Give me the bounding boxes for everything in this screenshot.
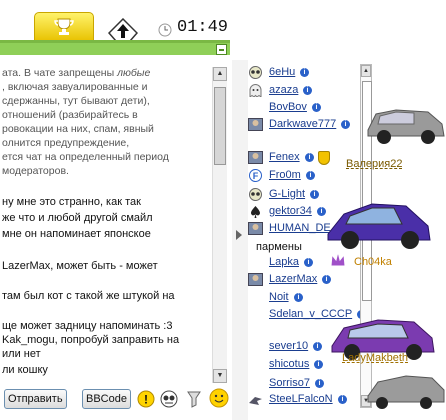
chat-message: мне он напоминает японское [2, 228, 151, 240]
warning-icon[interactable]: ! [137, 390, 155, 408]
trophy-icon [54, 18, 74, 35]
svg-text:F: F [253, 171, 259, 181]
car-image [367, 109, 445, 144]
scroll-down-icon[interactable]: ▼ [213, 369, 227, 383]
info-icon[interactable]: i [303, 86, 312, 95]
scroll-up-icon[interactable]: ▲ [361, 65, 371, 77]
svg-text:!: ! [144, 393, 148, 407]
ghost-icon [249, 84, 262, 97]
car-image [367, 375, 445, 409]
chat-message: или нет [2, 348, 41, 360]
user-name-link[interactable]: Fenex [269, 151, 300, 163]
chat-message: там был кот с такой же штукой на [2, 290, 175, 302]
owl-icon [249, 66, 262, 79]
chat-scrollbar[interactable]: ▲ ▼ [212, 67, 227, 383]
chat-message: же что и любой другой смайл [2, 212, 153, 224]
emphasis-text: любые [117, 67, 151, 79]
info-icon[interactable]: i [294, 293, 303, 302]
info-icon[interactable]: i [304, 258, 313, 267]
trophy-button[interactable] [34, 12, 94, 42]
rules-line: модераторов. [2, 165, 69, 177]
car-owner-label: пармены [256, 241, 302, 253]
minimize-button[interactable] [216, 44, 227, 55]
user-name-link[interactable]: Sorriso7 [269, 377, 310, 389]
spade-icon [251, 206, 260, 218]
car-owner-label[interactable]: LadyMakbeth [342, 352, 408, 364]
chat-message: ще может задницу напоминать :3 [2, 320, 173, 332]
rules-line: ется чат на определенный период [2, 151, 169, 163]
user-name-link[interactable]: sever10 [269, 340, 308, 352]
f-circle-icon: F [249, 169, 262, 182]
bbcode-button[interactable]: BBCode [82, 389, 131, 409]
user-name-link[interactable]: LazerMax [269, 273, 317, 285]
clock-icon [158, 23, 172, 37]
info-icon[interactable]: i [312, 103, 321, 112]
info-icon[interactable]: i [315, 379, 324, 388]
chat-messages: ну мне это странно, как так же что и люб… [0, 196, 212, 386]
avatar-icon [248, 151, 263, 164]
owl-icon [249, 188, 262, 201]
rules-line: отношений (разбирайтесь в [2, 109, 138, 121]
rules-line: ата. В чате запрещены любые [2, 67, 151, 79]
smiley-icon[interactable] [209, 388, 229, 408]
chat-message: LazerMax, может быть - может [2, 260, 158, 272]
arrow-up-icon [107, 17, 139, 42]
rules-line: олнится предупреждение, [2, 137, 130, 149]
rules-line: ровокации на них, спам, явный [2, 123, 154, 135]
chat-message: Kak_mogu, попробуй заправить на [2, 334, 180, 346]
info-icon[interactable]: i [322, 275, 331, 284]
info-icon[interactable]: i [305, 153, 314, 162]
chat-rules: ата. В чате запрещены любые , включая за… [0, 67, 212, 177]
user-name-link[interactable]: Fro0m [269, 169, 301, 181]
info-icon[interactable]: i [310, 190, 319, 199]
send-button[interactable]: Отправить [4, 389, 67, 409]
chat-message: ли кошку [2, 364, 48, 376]
avatar-icon [248, 273, 263, 286]
user-name-link[interactable]: shicotus [269, 358, 309, 370]
bird-icon [249, 397, 262, 405]
car-image [327, 203, 431, 249]
crown-icon [330, 251, 346, 267]
shield-icon [318, 151, 330, 165]
owl-icon[interactable] [160, 390, 178, 408]
collapse-arrow-icon[interactable] [236, 230, 242, 240]
user-name-link[interactable]: Darkwave777 [269, 118, 336, 130]
info-icon[interactable]: i [306, 171, 315, 180]
user-name-link[interactable]: G-Light [269, 188, 305, 200]
chat-header [0, 43, 230, 55]
user-name-link[interactable]: azaza [269, 84, 298, 96]
scroll-up-button[interactable] [107, 17, 139, 42]
info-icon[interactable]: i [300, 68, 309, 77]
avatar-icon [248, 222, 263, 235]
clock-time: 01:49 [177, 18, 229, 37]
info-icon[interactable]: i [338, 395, 347, 404]
user-name-link[interactable]: gektor34 [269, 205, 312, 217]
user-name-link[interactable]: SteeLFalcoN [269, 393, 333, 405]
car-owner-label[interactable]: Валерия22 [346, 158, 402, 170]
scroll-up-icon[interactable]: ▲ [213, 67, 227, 81]
scroll-thumb[interactable] [214, 87, 226, 165]
user-name-link[interactable]: Lapka [269, 256, 299, 268]
avatar-icon [248, 118, 263, 131]
rules-line: , включая завуалированные и [2, 81, 148, 93]
user-name-link[interactable]: 6eHu [269, 66, 295, 78]
info-icon[interactable]: i [341, 120, 350, 129]
user-name-link[interactable]: HUMAN_DE [269, 222, 331, 234]
info-icon[interactable]: i [314, 360, 323, 369]
chat-message: ну мне это странно, как так [2, 196, 141, 208]
user-name-link[interactable]: BovBov [269, 101, 307, 113]
user-name-link[interactable]: Noit [269, 291, 289, 303]
info-icon[interactable]: i [313, 342, 322, 351]
car-owner-label[interactable]: Ch04ka [354, 256, 392, 268]
rules-line: сдержанны, тут бывают дети), [2, 95, 150, 107]
filter-icon[interactable] [187, 390, 201, 408]
